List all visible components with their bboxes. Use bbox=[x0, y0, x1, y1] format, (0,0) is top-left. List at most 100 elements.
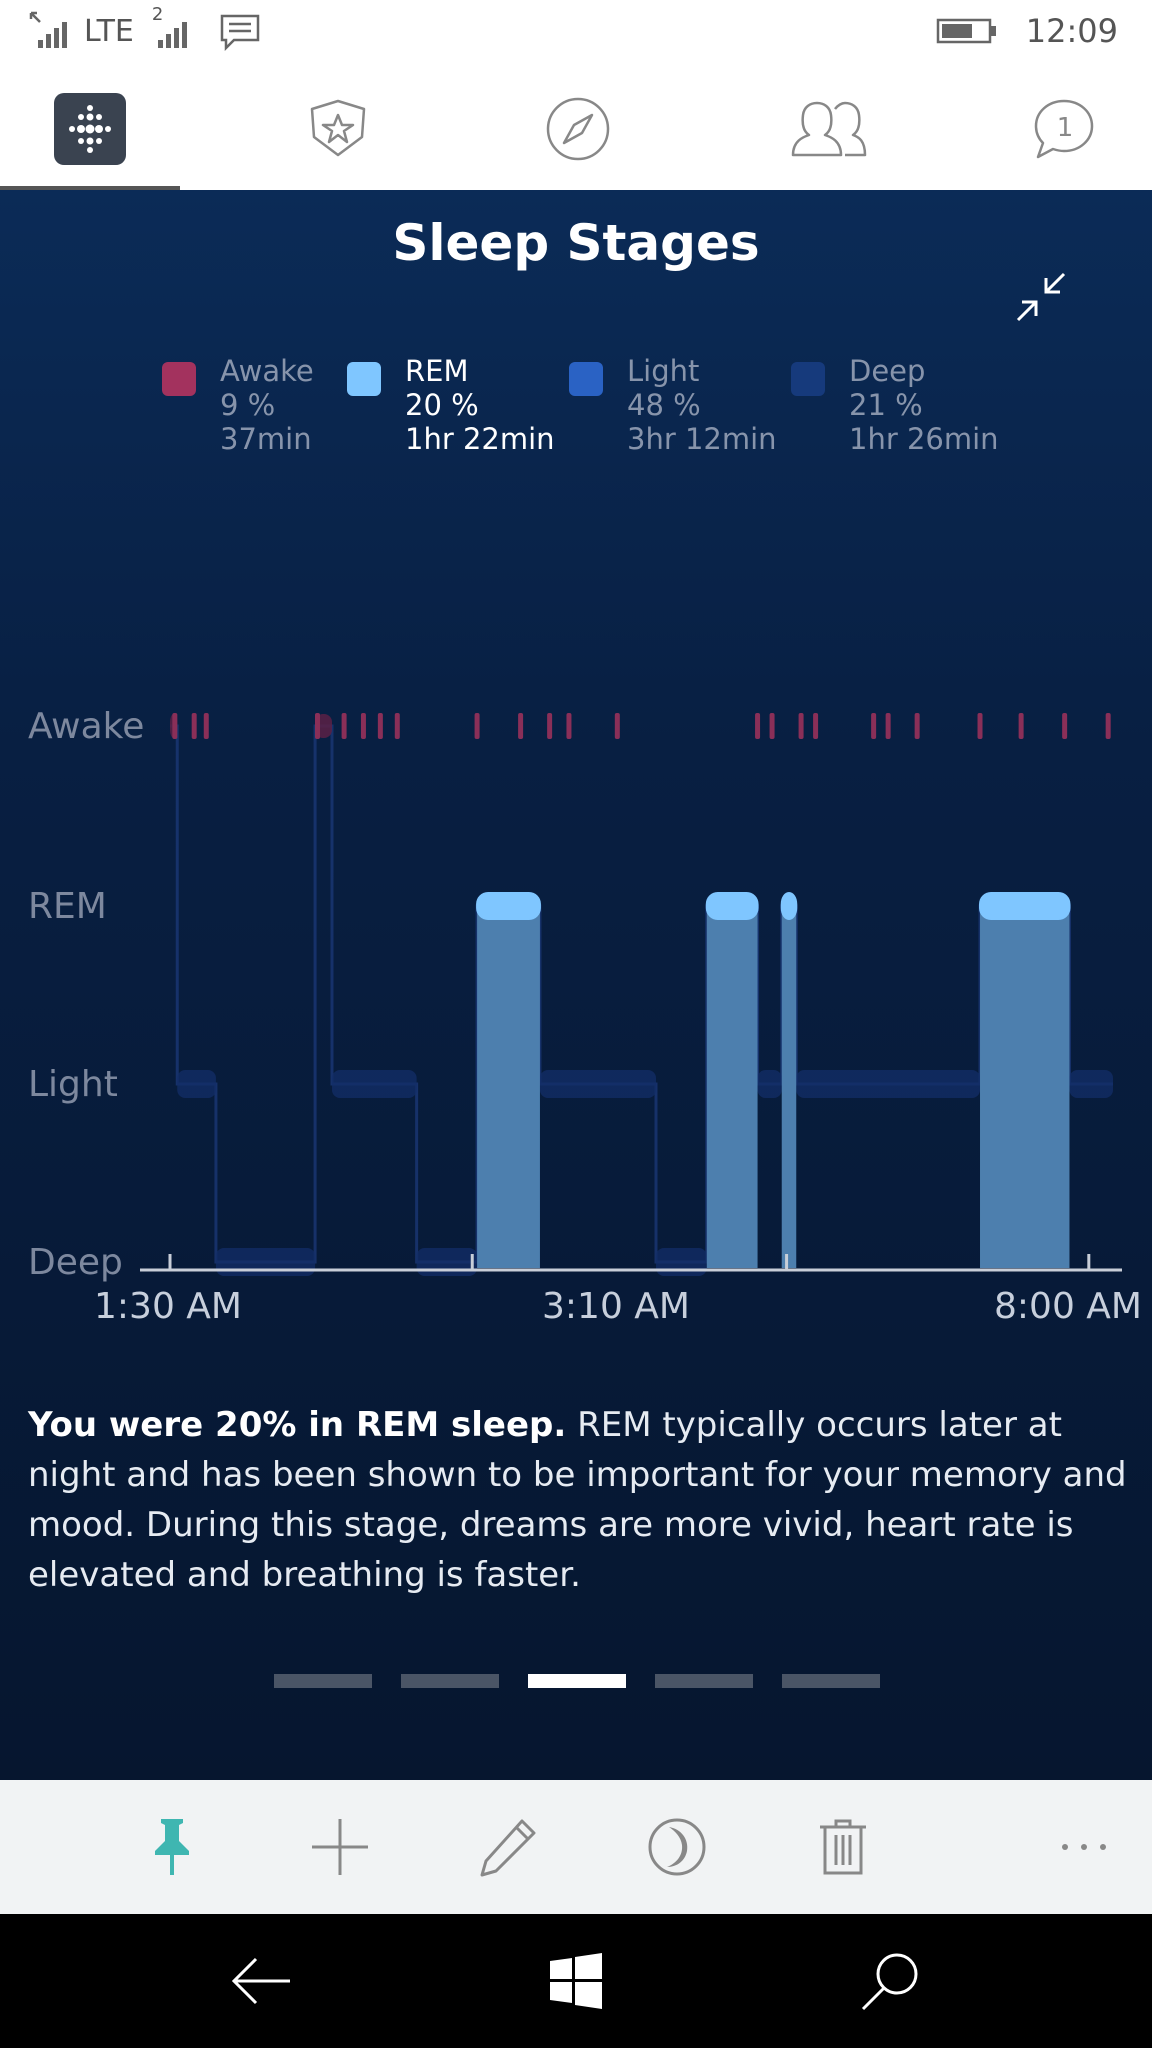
windows-logo-icon bbox=[550, 1953, 602, 2009]
legend-duration: 37min bbox=[220, 422, 312, 456]
rem-bar-fill bbox=[781, 906, 797, 1268]
awake-tick bbox=[377, 713, 383, 739]
awake-tick bbox=[474, 713, 480, 739]
legend-percent: 21 % bbox=[849, 388, 923, 422]
legend-duration: 1hr 22min bbox=[405, 422, 555, 456]
awake-tick bbox=[871, 713, 877, 739]
awake-tick bbox=[914, 713, 920, 739]
legend-swatch bbox=[569, 362, 603, 396]
legend-text: Awake 9 % 37min bbox=[220, 354, 314, 456]
status-bar: LTE 2 12:09 bbox=[0, 0, 1152, 68]
legend-swatch bbox=[347, 362, 381, 396]
tab-dashboard[interactable] bbox=[0, 68, 180, 191]
rem-bar-cap bbox=[476, 892, 541, 920]
awake-tick bbox=[172, 713, 178, 739]
pager-dot[interactable] bbox=[782, 1674, 880, 1688]
legend-text: Light 48 % 3hr 12min bbox=[627, 354, 777, 456]
pager-dot[interactable] bbox=[401, 1674, 499, 1688]
signal-icon bbox=[29, 11, 67, 48]
legend-percent: 20 % bbox=[405, 388, 479, 422]
tab-bar: 1 bbox=[0, 68, 1152, 191]
rem-bar-cap bbox=[979, 892, 1071, 920]
awake-tick bbox=[1105, 713, 1111, 739]
legend-text: Deep 21 % 1hr 26min bbox=[849, 354, 999, 456]
awake-tick bbox=[1062, 713, 1068, 739]
awake-tick bbox=[360, 713, 366, 739]
battery-icon bbox=[936, 18, 996, 44]
trash-icon bbox=[820, 1819, 866, 1875]
back-arrow-icon bbox=[231, 1957, 290, 2005]
pencil-icon bbox=[480, 1819, 536, 1877]
tab-friends[interactable] bbox=[738, 68, 918, 190]
awake-tick bbox=[798, 713, 804, 739]
messages-badge: 1 bbox=[1057, 113, 1074, 143]
search-button[interactable] bbox=[820, 1914, 960, 2048]
signal-2-icon bbox=[157, 22, 187, 48]
legend-percent: 9 % bbox=[220, 388, 276, 422]
rem-bar-fill bbox=[980, 906, 1070, 1268]
pin-button[interactable] bbox=[112, 1780, 232, 1914]
y-axis-label: Deep bbox=[28, 1242, 123, 1283]
sleep-stages-panel: Sleep Stages Awake 9 % 37min REM 20 % 1h… bbox=[0, 190, 1152, 1780]
signal-2-group: 2 bbox=[150, 4, 198, 52]
y-axis-label: REM bbox=[28, 886, 107, 927]
more-button[interactable] bbox=[1024, 1780, 1144, 1914]
x-tick-label: 1:30 AM bbox=[94, 1286, 242, 1327]
add-button[interactable] bbox=[280, 1780, 400, 1914]
awake-tick bbox=[769, 713, 775, 739]
tab-messages[interactable]: 1 bbox=[974, 68, 1152, 190]
sleep-stages-chart: Awake REM Light Deep1:30 AM 3:10 AM 8:00 AM bbox=[28, 706, 1142, 1327]
awake-tick bbox=[203, 713, 209, 739]
stage-band-deep bbox=[656, 1248, 707, 1276]
pager-dot[interactable] bbox=[274, 1674, 372, 1688]
legend-text: REM 20 % 1hr 22min bbox=[405, 354, 555, 456]
awake-tick bbox=[755, 713, 761, 739]
tab-challenges[interactable] bbox=[248, 68, 428, 190]
legend-label: Deep bbox=[849, 354, 926, 388]
collapse-arrows-icon bbox=[1016, 272, 1066, 322]
awake-tick bbox=[977, 713, 983, 739]
moon-icon bbox=[648, 1818, 706, 1876]
chat-bubble-icon: 1 bbox=[1034, 99, 1094, 159]
stage-band-light bbox=[539, 1070, 657, 1098]
stage-band-deep bbox=[215, 1248, 316, 1276]
awake-tick bbox=[191, 713, 197, 739]
rem-bar-fill bbox=[477, 906, 540, 1268]
fitbit-dots-icon bbox=[54, 93, 126, 165]
star-badge-icon bbox=[310, 99, 366, 157]
stage-band-light bbox=[177, 1070, 216, 1098]
x-tick-label: 8:00 AM bbox=[994, 1286, 1142, 1327]
stage-description: You were 20% in REM sleep. REM typically… bbox=[28, 1400, 1128, 1600]
awake-tick bbox=[1018, 713, 1024, 739]
collapse-button[interactable] bbox=[1010, 266, 1074, 330]
legend-label: REM bbox=[405, 354, 469, 388]
awake-tick bbox=[518, 713, 524, 739]
legend-swatch bbox=[162, 362, 196, 396]
edit-button[interactable] bbox=[448, 1780, 568, 1914]
legend-label: Awake bbox=[220, 354, 314, 388]
y-axis-label: Light bbox=[28, 1064, 118, 1105]
description-bold: You were 20% in REM sleep. bbox=[28, 1405, 567, 1445]
clock: 12:09 bbox=[1025, 12, 1118, 50]
sleep-button[interactable] bbox=[617, 1780, 737, 1914]
stage-band-light bbox=[796, 1070, 981, 1098]
page-title: Sleep Stages bbox=[392, 214, 760, 272]
pager-dot[interactable] bbox=[655, 1674, 753, 1688]
awake-tick bbox=[885, 713, 891, 739]
legend: Awake 9 % 37min REM 20 % 1hr 22min Light… bbox=[162, 354, 1062, 474]
awake-tick bbox=[314, 713, 320, 739]
delete-button[interactable] bbox=[783, 1780, 903, 1914]
tab-discover[interactable] bbox=[488, 68, 668, 190]
legend-label: Light bbox=[627, 354, 700, 388]
message-icon bbox=[220, 14, 260, 52]
more-icon bbox=[1062, 1844, 1106, 1850]
pager-dot-active[interactable] bbox=[528, 1674, 626, 1688]
awake-tick bbox=[566, 713, 572, 739]
back-button[interactable] bbox=[192, 1914, 332, 2048]
stage-band-light bbox=[1069, 1070, 1113, 1098]
stage-band-light bbox=[757, 1070, 782, 1098]
rem-bar-cap bbox=[705, 892, 759, 920]
start-button[interactable] bbox=[506, 1914, 646, 2048]
status-right: 12:09 bbox=[936, 12, 1118, 50]
legend-percent: 48 % bbox=[627, 388, 701, 422]
